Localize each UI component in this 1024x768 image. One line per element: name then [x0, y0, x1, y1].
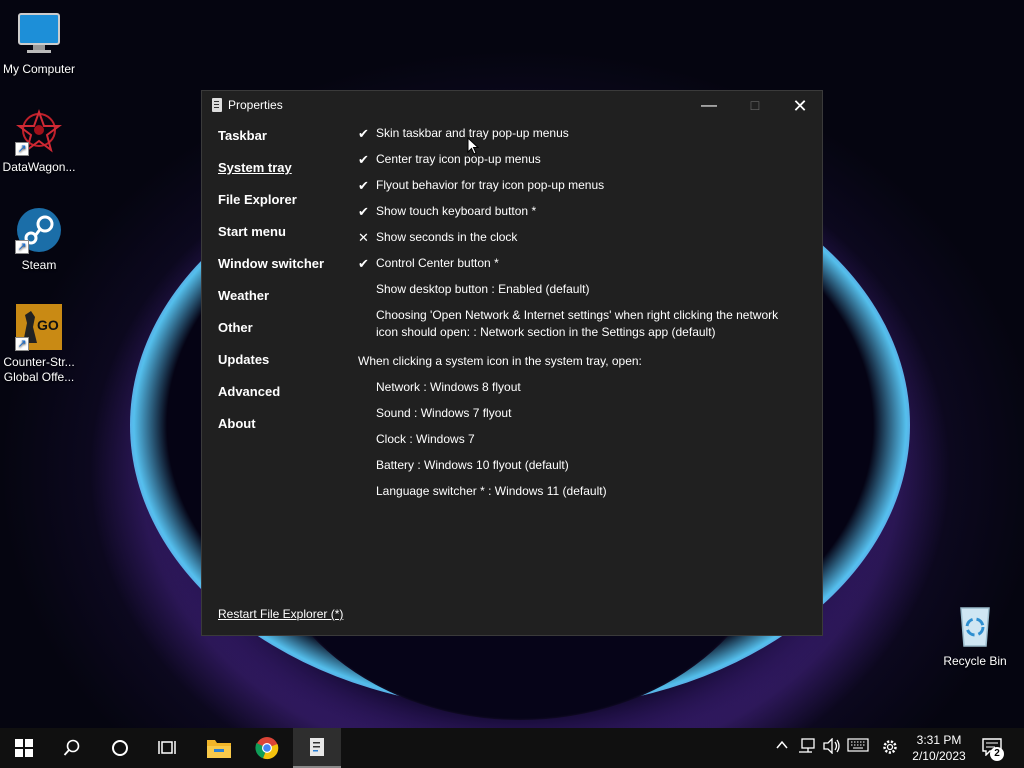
option-center-tray-menus[interactable]: ✔ Center tray icon pop-up menus: [358, 151, 798, 177]
steam-icon: ↗: [15, 206, 63, 254]
close-button[interactable]: ✕: [777, 91, 823, 121]
shortcut-arrow-icon: ↗: [15, 142, 29, 156]
window-title: Properties: [228, 98, 283, 112]
taskbar-clock[interactable]: 3:31 PM 2/10/2023: [908, 732, 970, 764]
checkmark-icon: ✔: [358, 126, 369, 141]
cortana-button[interactable]: [96, 728, 144, 768]
file-explorer-icon: [207, 740, 231, 758]
option-network-flyout[interactable]: Network : Windows 8 flyout: [358, 379, 798, 405]
sidebar-item-updates[interactable]: Updates: [218, 351, 348, 383]
sidebar-nav: Taskbar System tray File Explorer Start …: [218, 127, 348, 447]
desktop-icon-my-computer[interactable]: My Computer: [1, 10, 77, 77]
desktop-icon-datawagon[interactable]: ↗ DataWagon...: [1, 108, 77, 175]
volume-icon[interactable]: [822, 737, 842, 758]
restart-file-explorer-link[interactable]: Restart File Explorer (*): [218, 607, 343, 621]
option-label: Show seconds in the clock: [376, 230, 518, 244]
task-view-button[interactable]: [144, 728, 192, 768]
option-touch-keyboard-button[interactable]: ✔ Show touch keyboard button *: [358, 203, 798, 229]
desktop-icon-label: Steam: [21, 258, 57, 272]
option-sound-flyout[interactable]: Sound : Windows 7 flyout: [358, 405, 798, 431]
sidebar-item-start-menu[interactable]: Start menu: [218, 223, 348, 255]
gear-icon[interactable]: [880, 738, 900, 758]
checkmark-icon: ✔: [358, 178, 369, 193]
search-button[interactable]: [48, 728, 96, 768]
sidebar-item-weather[interactable]: Weather: [218, 287, 348, 319]
option-network-settings-target[interactable]: Choosing 'Open Network & Internet settin…: [358, 307, 798, 353]
notification-count-badge: 2: [990, 747, 1004, 761]
option-clock-flyout[interactable]: Clock : Windows 7: [358, 431, 798, 457]
csgo-icon: GO ↗: [15, 303, 63, 351]
sidebar-item-file-explorer[interactable]: File Explorer: [218, 191, 348, 223]
keyboard-icon[interactable]: [846, 738, 870, 758]
option-label: Center tray icon pop-up menus: [376, 152, 541, 166]
minimize-button[interactable]: —: [686, 91, 732, 121]
desktop-icon-label: Counter-Str...: [3, 355, 75, 369]
shortcut-arrow-icon: ↗: [15, 240, 29, 254]
option-label: Language switcher * : Windows 11 (defaul…: [376, 484, 607, 498]
maximize-button[interactable]: ☐: [732, 91, 778, 121]
recycle-bin-icon: [951, 602, 999, 650]
chrome-icon: [255, 737, 279, 760]
option-battery-flyout[interactable]: Battery : Windows 10 flyout (default): [358, 457, 798, 483]
csgo-badge-text: GO: [37, 317, 59, 333]
desktop-icon-steam[interactable]: ↗ Steam: [1, 206, 77, 273]
sidebar-item-other[interactable]: Other: [218, 319, 348, 351]
option-label: Flyout behavior for tray icon pop-up men…: [376, 178, 605, 192]
mouse-cursor-icon: [467, 137, 479, 155]
option-show-seconds[interactable]: ✕ Show seconds in the clock: [358, 229, 798, 255]
option-label: Network : Windows 8 flyout: [376, 380, 521, 394]
option-flyout-behavior[interactable]: ✔ Flyout behavior for tray icon pop-up m…: [358, 177, 798, 203]
checkmark-icon: ✔: [358, 152, 369, 167]
desktop-icon-recycle-bin[interactable]: Recycle Bin: [937, 602, 1013, 669]
taskbar: 3:31 PM 2/10/2023 2: [0, 728, 1024, 768]
desktop-icon-csgo[interactable]: GO ↗ Counter-Str... Global Offe...: [1, 303, 77, 385]
sidebar-item-about[interactable]: About: [218, 415, 348, 447]
option-label: Show touch keyboard button *: [376, 204, 537, 218]
option-label: Choosing 'Open Network & Internet settin…: [376, 308, 779, 339]
cortana-icon: [112, 740, 128, 756]
windows-start-icon: [15, 739, 33, 757]
option-label: Control Center button *: [376, 256, 499, 270]
option-control-center-button[interactable]: ✔ Control Center button *: [358, 255, 798, 281]
option-label: Battery : Windows 10 flyout (default): [376, 458, 569, 472]
datawagon-icon: ↗: [15, 108, 63, 156]
settings-list: ✔ Skin taskbar and tray pop-up menus ✔ C…: [358, 125, 798, 509]
option-label: Sound : Windows 7 flyout: [376, 406, 512, 420]
option-show-desktop-button[interactable]: Show desktop button : Enabled (default): [358, 281, 798, 307]
clock-date: 2/10/2023: [912, 749, 966, 763]
sidebar-item-taskbar[interactable]: Taskbar: [218, 127, 348, 159]
desktop-icon-label: DataWagon...: [2, 160, 76, 174]
clock-time: 3:31 PM: [916, 733, 962, 747]
properties-app-icon: [212, 98, 222, 112]
properties-app-icon: [310, 738, 324, 756]
properties-taskbar-button[interactable]: [293, 728, 341, 768]
title-bar[interactable]: Properties — ☐ ✕: [202, 91, 822, 121]
option-skin-taskbar-menus[interactable]: ✔ Skin taskbar and tray pop-up menus: [358, 125, 798, 151]
sidebar-item-advanced[interactable]: Advanced: [218, 383, 348, 415]
desktop-icon-label: Recycle Bin: [943, 654, 1007, 668]
checkmark-icon: ✔: [358, 204, 369, 219]
sidebar-item-window-switcher[interactable]: Window switcher: [218, 255, 348, 287]
option-label: Skin taskbar and tray pop-up menus: [376, 126, 569, 140]
section-heading-system-icon-click: When clicking a system icon in the syste…: [358, 353, 798, 379]
checkmark-icon: ✔: [358, 256, 369, 271]
section-label: When clicking a system icon in the syste…: [358, 354, 642, 368]
properties-window: Properties — ☐ ✕ Taskbar System tray Fil…: [201, 90, 823, 636]
network-icon[interactable]: [797, 738, 817, 758]
chrome-button[interactable]: [243, 728, 291, 768]
start-button[interactable]: [0, 728, 48, 768]
desktop-icon-label: My Computer: [2, 62, 76, 76]
cross-icon: ✕: [358, 230, 369, 245]
monitor-icon: [15, 10, 63, 58]
search-icon: [63, 739, 80, 756]
task-view-icon: [158, 741, 176, 754]
desktop-icon-label: Global Offe...: [3, 370, 75, 384]
file-explorer-button[interactable]: [195, 728, 243, 768]
option-label: Show desktop button : Enabled (default): [376, 282, 590, 296]
shortcut-arrow-icon: ↗: [15, 337, 29, 351]
option-label: Clock : Windows 7: [376, 432, 475, 446]
chevron-up-icon[interactable]: [774, 738, 790, 758]
sidebar-item-system-tray[interactable]: System tray: [218, 159, 348, 191]
option-language-switcher[interactable]: Language switcher * : Windows 11 (defaul…: [358, 483, 798, 509]
